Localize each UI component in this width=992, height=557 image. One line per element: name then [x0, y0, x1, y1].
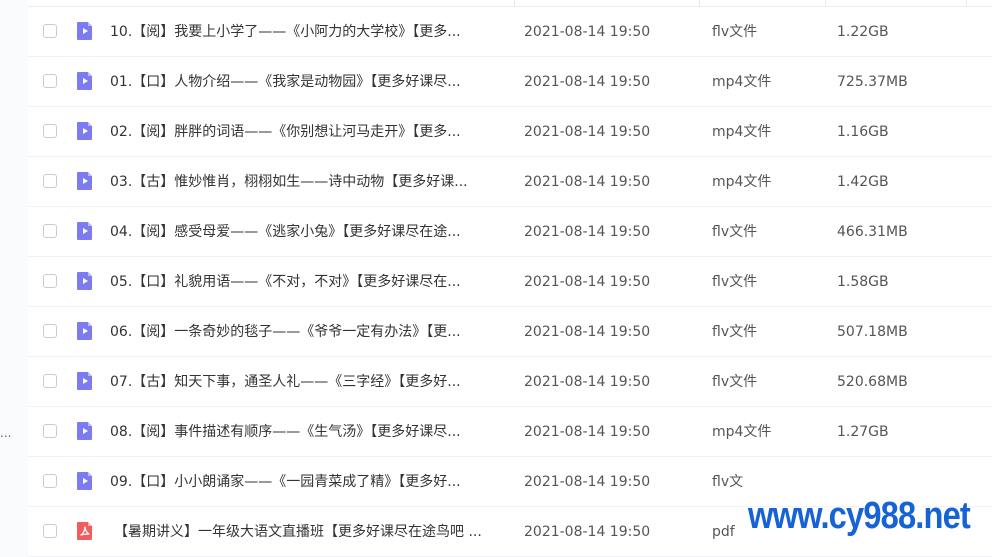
file-size: 466.31MB [837, 224, 908, 240]
column-divider [699, 0, 700, 6]
video-file-icon [75, 421, 95, 441]
file-row[interactable]: 07.【古】知天下事，通圣人礼——《三字经》【更多好... 2021-08-14… [28, 357, 992, 407]
file-type: flv文 [712, 474, 744, 490]
video-file-icon [75, 321, 95, 341]
file-size: 520.68MB [837, 374, 908, 390]
row-checkbox[interactable] [43, 274, 57, 288]
file-modified-date: 2021-08-14 19:50 [524, 474, 651, 490]
file-modified-date: 2021-08-14 19:50 [524, 124, 651, 140]
row-checkbox[interactable] [43, 224, 57, 238]
file-list-page: ... 10.【阅】我要上小学了——《小阿力的大学校》【更多... 2021-0… [0, 0, 992, 557]
video-file-icon [75, 171, 95, 191]
video-file-icon [75, 471, 95, 491]
row-checkbox[interactable] [43, 124, 57, 138]
file-size: 507.18MB [837, 324, 908, 340]
row-checkbox[interactable] [43, 474, 57, 488]
file-size: 1.27GB [837, 424, 889, 440]
file-name[interactable]: 【暑期讲义】一年级大语文直播班【更多好课尽在途鸟吧 ... [114, 507, 506, 557]
file-modified-date: 2021-08-14 19:50 [524, 324, 651, 340]
row-checkbox[interactable] [43, 324, 57, 338]
file-size: 1.22GB [837, 24, 889, 40]
file-modified-date: 2021-08-14 19:50 [524, 224, 651, 240]
file-type: mp4文件 [712, 174, 772, 190]
column-divider [966, 0, 967, 6]
file-list: 10.【阅】我要上小学了——《小阿力的大学校》【更多... 2021-08-14… [28, 7, 992, 557]
file-type: flv文件 [712, 274, 758, 290]
video-file-icon [75, 71, 95, 91]
file-name[interactable]: 09.【口】小小朗诵家——《一园青菜成了精》【更多好... [110, 457, 502, 507]
row-checkbox[interactable] [43, 74, 57, 88]
file-name[interactable]: 02.【阅】胖胖的词语——《你别想让河马走开》【更多... [110, 107, 502, 157]
file-modified-date: 2021-08-14 19:50 [524, 174, 651, 190]
file-row[interactable]: 05.【口】礼貌用语——《不对，不对》【更多好课尽在... 2021-08-14… [28, 257, 992, 307]
file-modified-date: 2021-08-14 19:50 [524, 524, 651, 540]
file-type: flv文件 [712, 374, 758, 390]
file-type: pdf [712, 524, 735, 540]
file-modified-date: 2021-08-14 19:50 [524, 274, 651, 290]
column-divider [514, 0, 515, 6]
row-checkbox[interactable] [43, 174, 57, 188]
file-size: 1.58GB [837, 274, 889, 290]
file-row[interactable]: 03.【古】惟妙惟肖，栩栩如生——诗中动物【更多好课... 2021-08-14… [28, 157, 992, 207]
sidebar-edge: ... [0, 0, 28, 557]
file-type: flv文件 [712, 324, 758, 340]
file-type: mp4文件 [712, 424, 772, 440]
row-checkbox[interactable] [43, 24, 57, 38]
file-size: 725.37MB [837, 74, 908, 90]
file-size: 1.42GB [837, 174, 889, 190]
file-modified-date: 2021-08-14 19:50 [524, 424, 651, 440]
file-name[interactable]: 01.【口】人物介绍——《我家是动物园》【更多好课尽... [110, 57, 502, 107]
file-modified-date: 2021-08-14 19:50 [524, 374, 651, 390]
file-modified-date: 2021-08-14 19:50 [524, 74, 651, 90]
sidebar-ellipsis: ... [0, 426, 12, 440]
file-row[interactable]: 06.【阅】一条奇妙的毯子——《爷爷一定有办法》【更... 2021-08-14… [28, 307, 992, 357]
video-file-icon [75, 21, 95, 41]
row-checkbox[interactable] [43, 524, 57, 538]
file-type: flv文件 [712, 24, 758, 40]
video-file-icon [75, 121, 95, 141]
file-name[interactable]: 06.【阅】一条奇妙的毯子——《爷爷一定有办法》【更... [110, 307, 502, 357]
file-row[interactable]: 10.【阅】我要上小学了——《小阿力的大学校》【更多... 2021-08-14… [28, 7, 992, 57]
file-modified-date: 2021-08-14 19:50 [524, 24, 651, 40]
video-file-icon [75, 371, 95, 391]
column-divider [825, 0, 826, 6]
file-name[interactable]: 03.【古】惟妙惟肖，栩栩如生——诗中动物【更多好课... [110, 157, 502, 207]
file-name[interactable]: 07.【古】知天下事，通圣人礼——《三字经》【更多好... [110, 357, 502, 407]
row-checkbox[interactable] [43, 424, 57, 438]
file-row[interactable]: 04.【阅】感受母爱——《逃家小兔》【更多好课尽在途... 2021-08-14… [28, 207, 992, 257]
table-header-edge [28, 0, 992, 7]
file-row[interactable]: 02.【阅】胖胖的词语——《你别想让河马走开》【更多... 2021-08-14… [28, 107, 992, 157]
file-name[interactable]: 04.【阅】感受母爱——《逃家小兔》【更多好课尽在途... [110, 207, 502, 257]
file-type: mp4文件 [712, 124, 772, 140]
row-checkbox[interactable] [43, 374, 57, 388]
file-row[interactable]: 01.【口】人物介绍——《我家是动物园》【更多好课尽... 2021-08-14… [28, 57, 992, 107]
file-name[interactable]: 08.【阅】事件描述有顺序——《生气汤》【更多好课尽... [110, 407, 502, 457]
file-type: mp4文件 [712, 74, 772, 90]
video-file-icon [75, 271, 95, 291]
pdf-file-icon [75, 521, 95, 541]
file-size: 1.16GB [837, 124, 889, 140]
file-type: flv文件 [712, 224, 758, 240]
file-row[interactable]: 08.【阅】事件描述有顺序——《生气汤》【更多好课尽... 2021-08-14… [28, 407, 992, 457]
video-file-icon [75, 221, 95, 241]
file-name[interactable]: 10.【阅】我要上小学了——《小阿力的大学校》【更多... [110, 7, 502, 57]
watermark: www.cy988.net [748, 495, 971, 537]
file-name[interactable]: 05.【口】礼貌用语——《不对，不对》【更多好课尽在... [110, 257, 502, 307]
